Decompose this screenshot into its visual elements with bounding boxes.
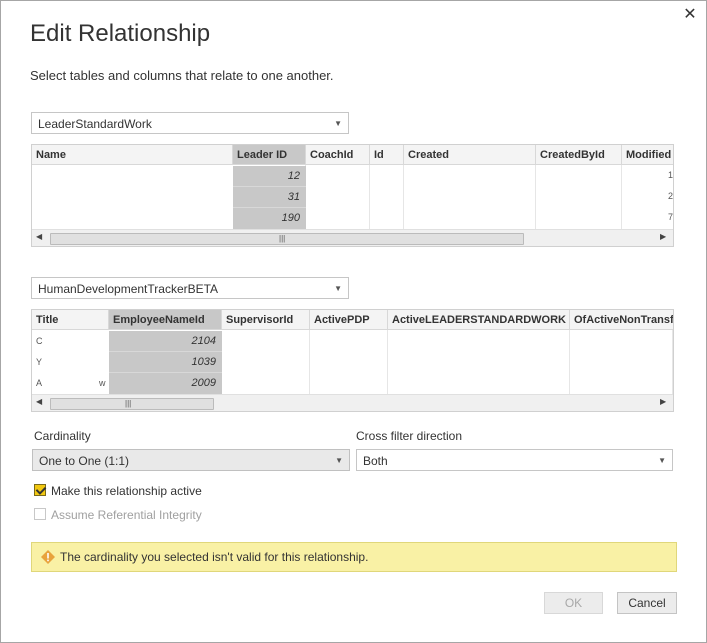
table1-header-modified[interactable]: Modified: [622, 145, 673, 165]
table2-header-ofactivenontransfo[interactable]: OfActiveNonTransfo: [570, 310, 673, 330]
scroll-left-icon[interactable]: ◀: [36, 397, 42, 406]
table-cell-fragment: Y: [36, 357, 43, 367]
ok-button[interactable]: OK: [544, 592, 603, 614]
table2-header-activepdp[interactable]: ActivePDP: [310, 310, 388, 330]
table1-header-coachid[interactable]: CoachId: [306, 145, 370, 165]
table1-select-value: LeaderStandardWork: [38, 117, 152, 131]
table-cell: 2009: [109, 373, 222, 394]
warning-icon: [41, 550, 55, 564]
table-cell-fragment: 2: [668, 191, 674, 201]
grip-icon: |||: [279, 234, 286, 243]
cross-filter-label: Cross filter direction: [356, 429, 463, 443]
scroll-right-icon[interactable]: ▶: [660, 397, 666, 406]
table2-header-employeenameid[interactable]: EmployeeNameId: [109, 310, 222, 330]
table-cell-fragment: A: [36, 378, 43, 388]
chevron-down-icon: ▼: [658, 456, 666, 465]
column-divider: [621, 165, 622, 229]
table1-header-name[interactable]: Name: [32, 145, 233, 165]
referential-integrity-label: Assume Referential Integrity: [51, 508, 202, 522]
cross-filter-select-value: Both: [363, 454, 388, 468]
column-divider: [672, 330, 673, 394]
column-divider: [387, 330, 388, 394]
table-cell: 190: [233, 208, 306, 229]
table-cell-fragment: 7: [668, 212, 674, 222]
table1-header-createdbyid[interactable]: CreatedById: [536, 145, 622, 165]
referential-integrity-checkbox[interactable]: [34, 508, 46, 520]
table2-header-title[interactable]: Title: [32, 310, 109, 330]
table-cell-fragment: 1: [668, 170, 674, 180]
cancel-button[interactable]: Cancel: [617, 592, 677, 614]
warning-banner: The cardinality you selected isn't valid…: [31, 542, 677, 572]
chevron-down-icon: ▼: [334, 119, 342, 128]
table2-select-value: HumanDevelopmentTrackerBETA: [38, 282, 219, 296]
scrollbar-thumb[interactable]: |||: [50, 233, 524, 245]
cardinality-label: Cardinality: [34, 429, 91, 443]
table1-horizontal-scrollbar[interactable]: ◀ ||| ▶: [32, 229, 673, 246]
close-icon[interactable]: ✕: [680, 5, 700, 25]
warning-text: The cardinality you selected isn't valid…: [60, 550, 369, 564]
table-cell: 1039: [109, 352, 222, 373]
table2-horizontal-scrollbar[interactable]: ◀ ||| ▶: [32, 394, 673, 411]
edit-relationship-dialog: ✕ Edit Relationship Select tables and co…: [0, 0, 707, 643]
column-divider: [369, 165, 370, 229]
column-divider: [309, 330, 310, 394]
cardinality-select[interactable]: One to One (1:1) ▼: [32, 449, 350, 471]
table-cell-fragment: w: [99, 378, 106, 388]
column-divider: [569, 330, 570, 394]
table1-preview-grid: Name Leader ID CoachId Id Created Create…: [31, 144, 674, 247]
table1-header-leader-id[interactable]: Leader ID: [233, 145, 306, 165]
table2-preview-grid: Title EmployeeNameId SupervisorId Active…: [31, 309, 674, 412]
dialog-subtitle: Select tables and columns that relate to…: [30, 68, 334, 83]
table2-header-supervisorid[interactable]: SupervisorId: [222, 310, 310, 330]
make-active-checkbox[interactable]: [34, 484, 46, 496]
make-active-label[interactable]: Make this relationship active: [51, 484, 202, 498]
table1-header-created[interactable]: Created: [404, 145, 536, 165]
chevron-down-icon: ▼: [334, 284, 342, 293]
table1-select[interactable]: LeaderStandardWork ▼: [31, 112, 349, 134]
scroll-left-icon[interactable]: ◀: [36, 232, 42, 241]
table2-header-activeleaderstandardwork[interactable]: ActiveLEADERSTANDARDWORK: [388, 310, 570, 330]
chevron-down-icon: ▼: [335, 456, 343, 465]
table-cell-fragment: C: [36, 336, 43, 346]
table-cell: 12: [233, 166, 306, 187]
column-divider: [403, 165, 404, 229]
scroll-right-icon[interactable]: ▶: [660, 232, 666, 241]
scrollbar-thumb[interactable]: |||: [50, 398, 214, 410]
table2-select[interactable]: HumanDevelopmentTrackerBETA ▼: [31, 277, 349, 299]
grip-icon: |||: [125, 399, 132, 408]
cardinality-select-value: One to One (1:1): [39, 454, 130, 468]
column-divider: [535, 165, 536, 229]
dialog-title: Edit Relationship: [30, 20, 211, 47]
cross-filter-select[interactable]: Both ▼: [356, 449, 673, 471]
table1-header-id[interactable]: Id: [370, 145, 404, 165]
table-cell: 31: [233, 187, 306, 208]
table-cell: 2104: [109, 331, 222, 352]
